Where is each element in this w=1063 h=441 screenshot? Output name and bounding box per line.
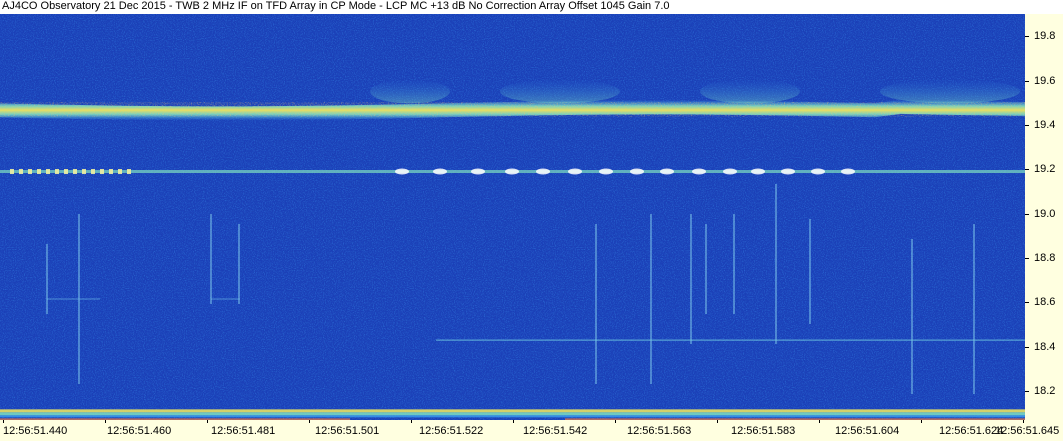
spectrogram-plot [0, 14, 1025, 420]
y-tick-label: 19.0 [1034, 207, 1056, 220]
pulse-train-pulse [100, 169, 104, 175]
x-tick-label: 12:56:51.481 [211, 425, 276, 437]
x-tick-label: 12:56:51.501 [315, 425, 380, 437]
x-tick-label: 12:56:51.460 [107, 425, 172, 437]
spectrogram-svg [0, 14, 1025, 420]
pulse-train-pulse [599, 168, 613, 175]
plot-noise-light [0, 14, 1025, 420]
title-bar: AJ4CO Observatory 21 Dec 2015 - TWB 2 MH… [0, 0, 1063, 14]
x-tick-mark [105, 420, 106, 423]
emission-band-texture [0, 102, 1025, 117]
y-tick-mark [1025, 124, 1029, 126]
x-tick-mark [411, 420, 412, 423]
x-tick-mark [207, 420, 208, 423]
y-tick-mark [1025, 80, 1029, 82]
y-tick-label: 19.8 [1034, 30, 1056, 43]
pulse-train-pulse [660, 168, 674, 175]
bottom-band-low [0, 415, 1025, 418]
pulse-train-pulse [568, 168, 582, 175]
x-tick-label: 12:56:51.645 [995, 425, 1060, 437]
pulse-train-pulse [109, 169, 113, 175]
pulse-train-pulse [781, 168, 795, 175]
x-tick-mark [615, 420, 616, 423]
pulse-train-pulse [28, 169, 32, 175]
x-tick-label: 12:56:51.624 [939, 425, 1004, 437]
y-tick-mark [1025, 36, 1029, 38]
pulse-train-pulse [433, 168, 447, 175]
pulse-train-pulse [505, 168, 519, 175]
x-tick-mark [513, 420, 514, 423]
x-tick-mark [921, 420, 922, 423]
x-tick-label: 12:56:51.563 [627, 425, 692, 437]
x-tick-label: 12:56:51.604 [835, 425, 900, 437]
x-tick-label: 12:56:51.542 [523, 425, 588, 437]
pulse-train-pulse [46, 169, 50, 175]
pulse-train-pulse [841, 168, 855, 175]
pulse-train-pulse [395, 168, 409, 175]
x-tick-mark [717, 420, 718, 423]
x-tick-label: 12:56:51.440 [3, 425, 68, 437]
y-tick-label: 18.6 [1034, 296, 1056, 309]
y-tick-mark [1025, 213, 1029, 215]
pulse-train-pulse [91, 169, 95, 175]
pulse-train-pulse [64, 169, 68, 175]
pulse-train-pulse [471, 168, 485, 175]
y-tick-label: 18.8 [1034, 252, 1056, 265]
y-tick-mark [1025, 346, 1029, 348]
bottom-band-mid [0, 412, 1025, 416]
x-tick-mark [309, 420, 310, 423]
x-tick-mark [3, 420, 4, 423]
chart-title: AJ4CO Observatory 21 Dec 2015 - TWB 2 MH… [2, 0, 670, 12]
y-tick-label: 19.2 [1034, 163, 1056, 176]
pulse-train-pulse [73, 169, 77, 175]
y-tick-label: 18.2 [1034, 385, 1056, 398]
x-tick-mark [1023, 420, 1024, 423]
pulse-train-pulse [10, 169, 14, 175]
pulse-train-pulse [55, 169, 59, 175]
y-tick-mark [1025, 169, 1029, 171]
x-tick-label: 12:56:51.522 [419, 425, 484, 437]
y-tick-mark [1025, 302, 1029, 304]
x-tick-mark [819, 420, 820, 423]
pulse-train-pulse [751, 168, 765, 175]
emission-glow [700, 79, 800, 104]
emission-glow [880, 79, 1020, 104]
x-tick-label: 12:56:51.583 [731, 425, 796, 437]
y-axis: 19.8 19.6 19.4 19.2 19.0 18.8 18.6 18.4 18.2 [1025, 14, 1063, 420]
pulse-train-pulse [536, 168, 550, 175]
y-tick-label: 19.6 [1034, 74, 1056, 87]
pulse-train-pulse [692, 168, 706, 175]
pulse-train-pulse [19, 169, 23, 175]
y-tick-label: 19.4 [1034, 118, 1056, 131]
pulse-train-pulse [811, 168, 825, 175]
bottom-band-top [0, 409, 1025, 413]
pulse-train-pulse [118, 169, 122, 175]
pulse-train-pulse [630, 168, 644, 175]
pulse-train-pulse [37, 169, 41, 175]
pulse-train-pulse [82, 169, 86, 175]
emission-glow [500, 79, 620, 104]
y-tick-label: 18.4 [1034, 340, 1056, 353]
y-tick-mark [1025, 391, 1029, 393]
x-axis: 12:56:51.440 12:56:51.460 12:56:51.481 12:5… [0, 420, 1063, 441]
pulse-train-pulse [127, 169, 131, 175]
emission-glow [370, 79, 450, 104]
pulse-train-pulse [723, 168, 737, 175]
y-tick-mark [1025, 258, 1029, 260]
